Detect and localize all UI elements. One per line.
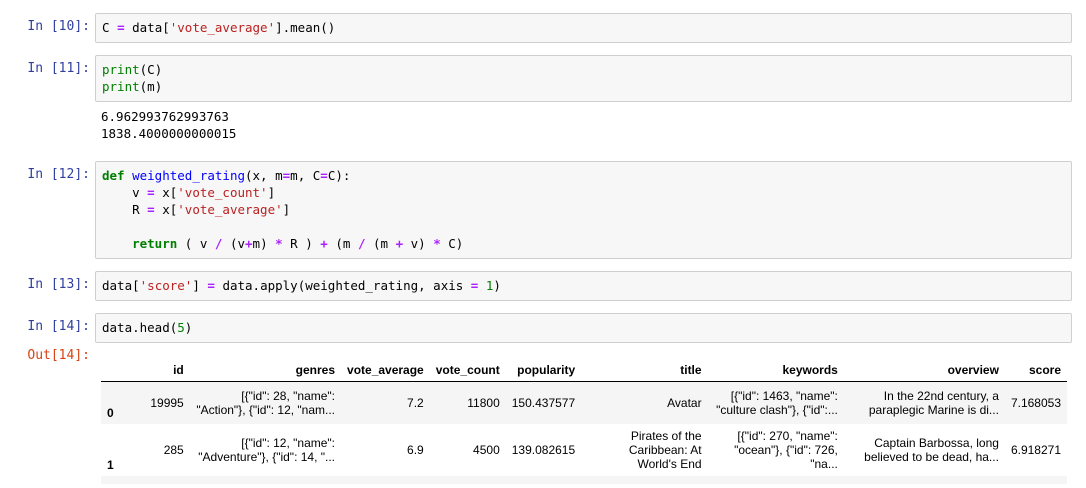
code-line: C = data['vote_average'].mean() (102, 20, 336, 35)
cell-popularity: 150.437577 (511, 395, 576, 410)
code-line: def weighted_rating(x, m=m, C=C): (102, 168, 351, 183)
input-prompt: In [13]: (27, 277, 90, 292)
cell-popularity: 139.082615 (511, 442, 576, 457)
code-editor[interactable]: print(C) print(m) (95, 55, 1072, 102)
table-row-partial (101, 475, 1067, 484)
code-editor[interactable]: C = data['vote_average'].mean() (95, 13, 1072, 43)
row-index: 1 (107, 457, 114, 472)
input-prompt: In [12]: (27, 167, 90, 182)
cell-vote-count: 4500 (473, 442, 500, 457)
code-line: data.head(5) (102, 320, 193, 335)
code-line: return ( v / (v+m) * R ) + (m / (m + v) … (132, 236, 464, 251)
column-header-overview: overview (947, 363, 999, 377)
column-header-index (101, 359, 133, 382)
output-prompt: Out[14]: (27, 348, 90, 363)
stdout-output: 6.962993762993763 1838.4000000000015 (101, 109, 237, 141)
code-line: data['score'] = data.apply(weighted_rati… (102, 278, 501, 293)
cell-vote-average: 7.2 (407, 395, 424, 410)
column-header-vote-count: vote_count (435, 363, 500, 377)
cell-overview: Captain Barbossa, long believed to be de… (864, 435, 999, 464)
code-editor[interactable]: data.head(5) (95, 313, 1072, 343)
column-header-id: id (173, 363, 184, 377)
cell-id: 285 (163, 442, 184, 457)
cell-genres: [{"id": 28, "name": "Action"}, {"id": 12… (196, 388, 336, 417)
input-prompt: In [10]: (27, 19, 90, 34)
cell-keywords: [{"id": 270, "name": "ocean"}, {"id": 72… (734, 428, 838, 471)
cell-score: 6.918271 (1010, 442, 1061, 457)
cell-score: 7.168053 (1010, 395, 1061, 410)
input-prompt: In [14]: (27, 319, 90, 334)
code-editor[interactable]: def weighted_rating(x, m=m, C=C): v = x[… (95, 161, 1072, 259)
cell-id: 19995 (150, 395, 184, 410)
cell-vote-count: 11800 (467, 395, 500, 410)
table-row: 0 19995 [{"id": 28, "name": "Action"}, {… (101, 381, 1067, 424)
column-header-genres: genres (295, 363, 336, 377)
cell-title: Avatar (667, 395, 702, 410)
column-header-popularity: popularity (517, 363, 576, 377)
table-header-row: id genres vote_average vote_count popula… (101, 359, 1067, 382)
row-index: 0 (107, 405, 114, 420)
input-prompt: In [11]: (27, 61, 90, 76)
code-line: v = x['vote_count'] (102, 185, 276, 200)
cell-genres: [{"id": 12, "name": "Adventure"}, {"id":… (198, 435, 336, 464)
dataframe-output: id genres vote_average vote_count popula… (101, 359, 1067, 484)
column-header-keywords: keywords (782, 363, 838, 377)
code-line: R = x['vote_average'] (102, 202, 291, 217)
column-header-vote-average: vote_average (347, 363, 424, 377)
cell-keywords: [{"id": 1463, "name": "culture clash"}, … (716, 388, 838, 417)
column-header-score: score (1028, 363, 1061, 377)
cell-title: Pirates of the Caribbean: At World's End (628, 428, 702, 471)
code-line: print(C) (102, 62, 163, 77)
table-row: 1 285 [{"id": 12, "name": "Adventure"}, … (101, 424, 1067, 476)
code-editor[interactable]: data['score'] = data.apply(weighted_rati… (95, 271, 1072, 301)
column-header-title: title (680, 363, 702, 377)
cell-overview: In the 22nd century, a paraplegic Marine… (868, 388, 999, 417)
cell-vote-average: 6.9 (407, 442, 424, 457)
code-line: print(m) (102, 79, 163, 94)
